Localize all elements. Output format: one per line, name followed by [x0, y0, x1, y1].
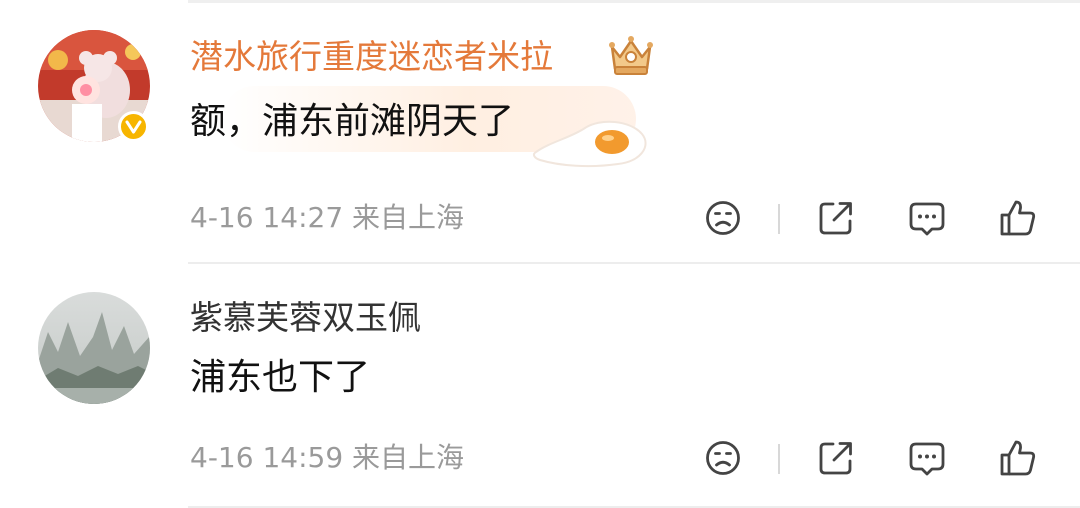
- comment-item: 紫慕芙蓉双玉佩 浦东也下了 4-16 14:59 来自上海: [0, 264, 1080, 508]
- share-icon: [819, 442, 852, 475]
- comment-icon: [909, 202, 945, 236]
- comment-meta: 4-16 14:59 来自上海: [190, 441, 465, 474]
- share-icon: [819, 202, 852, 235]
- comment-button[interactable]: [907, 198, 947, 238]
- dislike-button[interactable]: [703, 198, 743, 238]
- like-icon: [1000, 200, 1036, 236]
- comment-button[interactable]: [907, 438, 947, 478]
- comment-text: 浦东也下了: [190, 357, 371, 398]
- comment-meta: 4-16 14:27 来自上海: [190, 201, 465, 234]
- comment-text: 额，浦东前滩阴天了: [190, 101, 515, 142]
- dislike-icon: [706, 441, 740, 475]
- comment-icon: [909, 442, 945, 476]
- verified-badge-icon: [118, 111, 149, 142]
- like-icon: [1000, 440, 1036, 476]
- crown-badge-icon: [606, 33, 656, 77]
- username[interactable]: 紫慕芙蓉双玉佩: [190, 298, 421, 338]
- avatar[interactable]: [38, 292, 150, 404]
- like-button[interactable]: [998, 198, 1038, 238]
- action-separator: [778, 444, 780, 474]
- dislike-icon: [706, 201, 740, 235]
- action-bar: [700, 198, 1080, 238]
- comment-item: 潜水旅行重度迷恋者米拉 额，浦东前滩阴天了 4-16 14:27 来自上海: [0, 0, 1080, 264]
- fried-egg-sticker-icon: [530, 112, 650, 170]
- username[interactable]: 潜水旅行重度迷恋者米拉: [190, 37, 553, 77]
- dislike-button[interactable]: [703, 438, 743, 478]
- share-button[interactable]: [816, 198, 856, 238]
- share-button[interactable]: [816, 438, 856, 478]
- action-bar: [700, 438, 1080, 478]
- like-button[interactable]: [998, 438, 1038, 478]
- action-separator: [778, 204, 780, 234]
